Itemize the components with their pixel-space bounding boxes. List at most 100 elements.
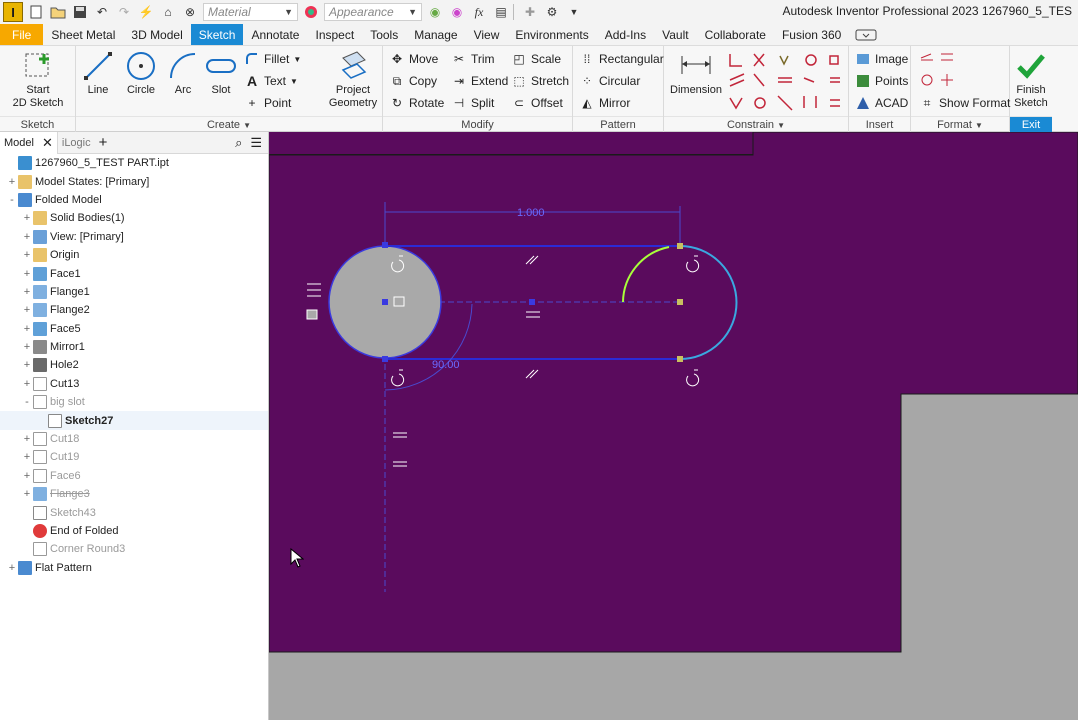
tree-node[interactable]: End of Folded bbox=[0, 522, 268, 540]
tab-tools[interactable]: Tools bbox=[362, 24, 406, 45]
tab-fusion-360[interactable]: Fusion 360 bbox=[774, 24, 849, 45]
acad-button[interactable]: ACAD bbox=[855, 93, 908, 113]
expand-toggle-icon[interactable]: + bbox=[21, 433, 33, 445]
tab-sheet-metal[interactable]: Sheet Metal bbox=[43, 24, 123, 45]
point-button[interactable]: + Point bbox=[244, 93, 291, 113]
tree-node[interactable]: + Model States: [Primary] bbox=[0, 172, 268, 190]
search-icon[interactable]: ⌕ bbox=[235, 135, 242, 151]
expand-toggle-icon[interactable]: + bbox=[6, 176, 18, 188]
graphics-window[interactable]: 1.000 90.00 bbox=[269, 132, 1078, 720]
expand-toggle-icon[interactable]: + bbox=[21, 304, 33, 316]
expand-toggle-icon[interactable]: + bbox=[21, 378, 33, 390]
inventor-logo[interactable]: I bbox=[3, 2, 23, 22]
sketch-point[interactable] bbox=[382, 356, 388, 362]
ribbon-display-icon[interactable] bbox=[855, 24, 877, 45]
menu-icon[interactable]: ☰ bbox=[250, 135, 262, 151]
tree-node[interactable]: Sketch27 bbox=[0, 411, 268, 430]
add-tab-icon[interactable]: + bbox=[95, 132, 112, 154]
tab-3d-model[interactable]: 3D Model bbox=[123, 24, 190, 45]
tree-node[interactable]: + Face6 bbox=[0, 467, 268, 485]
stretch-button[interactable]: ⬚ Stretch bbox=[511, 71, 569, 91]
tree-node[interactable]: + Cut18 bbox=[0, 430, 268, 448]
arc-button[interactable]: Arc bbox=[166, 50, 200, 97]
sketch-point[interactable] bbox=[677, 299, 683, 305]
finish-sketch-button[interactable]: Finish Sketch bbox=[1010, 50, 1052, 110]
save-icon[interactable] bbox=[71, 3, 89, 21]
tab-add-ins[interactable]: Add-Ins bbox=[597, 24, 654, 45]
move-button[interactable]: ✥ Move bbox=[389, 49, 438, 69]
sketch-point[interactable] bbox=[382, 299, 388, 305]
sketch-point[interactable] bbox=[529, 299, 535, 305]
tab-view[interactable]: View bbox=[466, 24, 508, 45]
close-icon[interactable]: ✕ bbox=[42, 135, 53, 151]
select-icon[interactable]: ⌂ bbox=[159, 3, 177, 21]
rectangular-pattern-button[interactable]: ⁞⁞ Rectangular bbox=[579, 49, 664, 69]
expand-toggle-icon[interactable]: - bbox=[21, 396, 33, 408]
tree-node[interactable]: Corner Round3 bbox=[0, 540, 268, 558]
constrain-panel-title[interactable]: Constrain ▼ bbox=[664, 116, 848, 133]
copy-button[interactable]: ⧉ Copy bbox=[389, 71, 437, 91]
new-icon[interactable] bbox=[27, 3, 45, 21]
part-face-main[interactable] bbox=[269, 132, 1078, 653]
dimension-button[interactable]: Dimension bbox=[666, 50, 726, 97]
tree-node[interactable]: + Cut19 bbox=[0, 448, 268, 466]
tree-node[interactable]: Sketch43 bbox=[0, 503, 268, 521]
tree-node[interactable]: 1267960_5_TEST PART.ipt bbox=[0, 154, 268, 172]
text-button[interactable]: A Text ▼ bbox=[244, 71, 298, 91]
scale-button[interactable]: ◰ Scale bbox=[511, 49, 561, 69]
tab-model[interactable]: Model ✕ bbox=[0, 131, 58, 154]
open-folder-icon[interactable] bbox=[49, 3, 67, 21]
create-panel-title[interactable]: Create ▼ bbox=[76, 116, 382, 133]
expand-toggle-icon[interactable]: + bbox=[21, 286, 33, 298]
clear-appearance-icon[interactable]: ◉ bbox=[426, 3, 444, 21]
split-button[interactable]: ⊣ Split bbox=[451, 93, 495, 113]
rotate-button[interactable]: ↻ Rotate bbox=[389, 93, 444, 113]
expand-toggle-icon[interactable]: + bbox=[21, 451, 33, 463]
fx-icon[interactable]: fx bbox=[470, 3, 488, 21]
tree-node[interactable]: - Folded Model bbox=[0, 191, 268, 209]
tab-vault[interactable]: Vault bbox=[654, 24, 696, 45]
image-button[interactable]: Image bbox=[855, 49, 908, 69]
undo-icon[interactable]: ↶ bbox=[93, 3, 111, 21]
line-button[interactable]: Line bbox=[80, 50, 116, 97]
measure-icon[interactable]: ▤ bbox=[492, 3, 510, 21]
offset-button[interactable]: ⊂ Offset bbox=[511, 93, 563, 113]
sketch-scene[interactable]: 1.000 90.00 bbox=[269, 132, 1078, 720]
mirror-button[interactable]: ◭ Mirror bbox=[579, 93, 630, 113]
settings-icon[interactable]: ⚙ bbox=[543, 3, 561, 21]
tree-node[interactable]: + Face5 bbox=[0, 320, 268, 338]
expand-toggle-icon[interactable]: + bbox=[21, 470, 33, 482]
slot-button[interactable]: Slot bbox=[204, 50, 238, 97]
sketch-point[interactable] bbox=[677, 356, 683, 362]
expand-toggle-icon[interactable]: + bbox=[21, 359, 33, 371]
tab-annotate[interactable]: Annotate bbox=[243, 24, 307, 45]
tree-node[interactable]: + Solid Bodies(1) bbox=[0, 209, 268, 227]
tree-node[interactable]: + Hole2 bbox=[0, 356, 268, 374]
tree-node[interactable]: + Flange2 bbox=[0, 301, 268, 319]
show-format-button[interactable]: ⌗ Show Format bbox=[919, 93, 1011, 113]
fillet-button[interactable]: Fillet ▼ bbox=[244, 49, 301, 69]
tree-node[interactable]: + Flat Pattern bbox=[0, 559, 268, 577]
tree-node[interactable]: - big slot bbox=[0, 393, 268, 411]
start-2d-sketch-button[interactable]: Start 2D Sketch bbox=[6, 50, 70, 110]
dimension-angle-text[interactable]: 90.00 bbox=[432, 359, 460, 371]
tab-ilogic[interactable]: iLogic bbox=[58, 132, 95, 154]
tree-node[interactable]: + Mirror1 bbox=[0, 338, 268, 356]
sketch-point[interactable] bbox=[677, 243, 683, 249]
project-geometry-button[interactable]: Project Geometry bbox=[324, 50, 382, 110]
tab-file[interactable]: File bbox=[0, 24, 44, 45]
plus-icon[interactable]: ✚ bbox=[521, 3, 539, 21]
expand-toggle-icon[interactable]: + bbox=[21, 249, 33, 261]
tree-node[interactable]: + View: [Primary] bbox=[0, 228, 268, 246]
format-panel-title[interactable]: Format ▼ bbox=[911, 116, 1009, 133]
tab-collaborate[interactable]: Collaborate bbox=[697, 24, 774, 45]
expand-toggle-icon[interactable]: + bbox=[21, 231, 33, 243]
update-icon[interactable]: ⚡ bbox=[137, 3, 155, 21]
extend-button[interactable]: ⇥ Extend bbox=[451, 71, 508, 91]
tree-node[interactable]: + Flange3 bbox=[0, 485, 268, 503]
tree-node[interactable]: + Face1 bbox=[0, 264, 268, 282]
sketch-point[interactable] bbox=[382, 242, 388, 248]
expand-toggle-icon[interactable]: + bbox=[6, 562, 18, 574]
tab-sketch[interactable]: Sketch bbox=[190, 24, 244, 45]
redo-icon[interactable]: ↷ bbox=[115, 3, 133, 21]
